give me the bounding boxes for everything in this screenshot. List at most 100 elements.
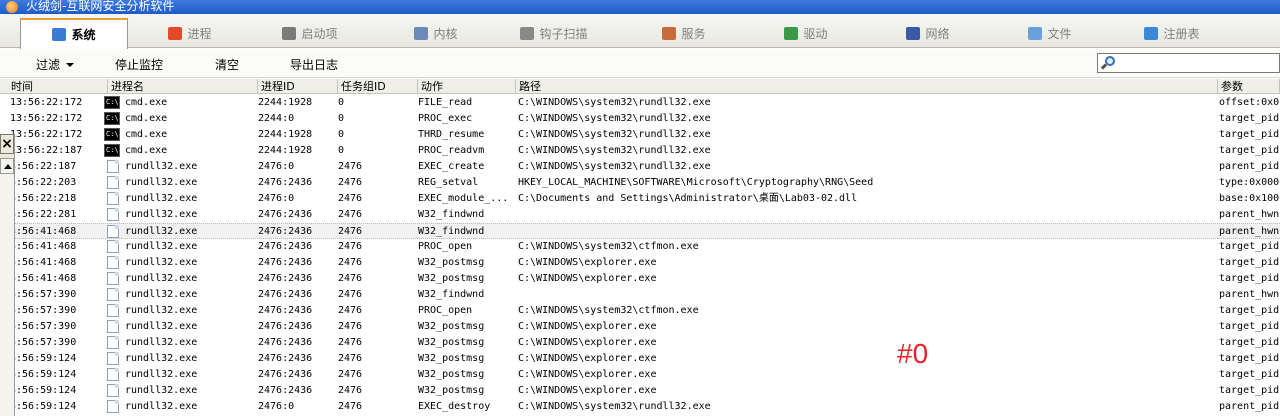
cell-action: PROC_open (418, 241, 473, 252)
column-header-1[interactable]: 进程名 (108, 79, 258, 94)
cell-param: target_pid (1219, 321, 1280, 332)
table-row[interactable]: 3:56:59:124 rundll32.exe 2476:2436 2476 W32_… (0, 383, 1280, 399)
clear-button[interactable]: 清空 (215, 56, 239, 73)
filter-label: 过滤 (36, 58, 61, 72)
tab-3[interactable]: 内核 (382, 19, 490, 48)
cell-pid: 2476:2436 (258, 305, 313, 316)
cell-action: THRD_resume (418, 129, 485, 140)
table-row[interactable]: 3:56:22:218 rundll32.exe 2476:0 2476 EXEC_mo… (0, 191, 1280, 207)
column-header-6[interactable]: 参数 (1218, 79, 1280, 94)
window-title: 火绒剑-互联网安全分析软件 (26, 0, 175, 13)
cell-proc: cmd.exe (125, 129, 168, 140)
tab-label: 钩子扫描 (539, 27, 588, 41)
cell-path: C:\WINDOWS\system32\rundll32.exe (518, 145, 711, 156)
table-row[interactable]: 3:56:57:390 rundll32.exe 2476:2436 2476 W32_… (0, 335, 1280, 351)
cell-time: 3:56:59:124 (10, 401, 77, 412)
column-header-2[interactable]: 进程ID (258, 79, 338, 94)
dll-file-icon (107, 192, 119, 205)
cell-tgid: 2476 (338, 369, 363, 380)
tab-label: 注册表 (1163, 27, 1200, 41)
tab-7[interactable]: 网络 (874, 19, 982, 48)
column-header-5[interactable]: 路径 (516, 79, 1218, 94)
column-header-0[interactable]: 时间 (8, 79, 108, 94)
dll-file-icon (107, 272, 119, 285)
cell-pid: 2476:2436 (258, 209, 313, 220)
table-row[interactable]: 3:56:22:203 rundll32.exe 2476:2436 2476 REG_… (0, 175, 1280, 191)
table-row[interactable]: 3:56:59:124 rundll32.exe 2476:2436 2476 W32_… (0, 367, 1280, 383)
tab-2[interactable]: 启动项 (256, 19, 364, 48)
cell-action: W32_postmsg (418, 273, 485, 284)
table-row[interactable]: 3:56:41:468 rundll32.exe 2476:2436 2476 PROC… (0, 239, 1280, 255)
column-header-3[interactable]: 任务组ID (338, 79, 418, 94)
cell-time: 3:56:22:203 (10, 177, 77, 188)
cell-path (518, 287, 1218, 303)
cell-param: target_pid (1219, 113, 1280, 124)
tab-5[interactable]: 服务 (630, 19, 738, 48)
table-row[interactable]: 3:56:57:390 rundll32.exe 2476:2436 2476 PROC… (0, 303, 1280, 319)
service-icon (662, 27, 677, 40)
cell-proc: rundll32.exe (125, 353, 198, 364)
cell-path: HKEY_LOCAL_MACHINE\SOFTWARE\Microsoft\Cr… (518, 177, 874, 188)
cell-tgid: 0 (338, 129, 345, 140)
cell-path: C:\WINDOWS\explorer.exe (518, 257, 657, 268)
cell-action: W32_postmsg (418, 385, 485, 396)
cell-pid: 2476:2436 (258, 385, 313, 396)
title-bar[interactable]: 火绒剑-互联网安全分析软件 (0, 0, 1280, 14)
table-row[interactable]: 3:56:22:187 rundll32.exe 2476:0 2476 EXEC_cr… (0, 159, 1280, 175)
close-button[interactable]: × (0, 134, 14, 154)
dll-file-icon (107, 304, 119, 317)
table-row[interactable]: 3:56:41:468 rundll32.exe 2476:2436 2476 W32_… (0, 255, 1280, 271)
table-row[interactable]: 3:56:41:468 rundll32.exe 2476:2436 2476 W32_… (0, 271, 1280, 287)
scrollbar-track[interactable] (0, 174, 14, 416)
tab-1[interactable]: 进程 (136, 19, 244, 48)
tab-label: 系统 (71, 28, 96, 42)
export-log-button[interactable]: 导出日志 (290, 56, 338, 73)
table-row[interactable]: 3:56:59:124 rundll32.exe 2476:0 2476 EXEC_de… (0, 399, 1280, 415)
tab-label: 文件 (1047, 27, 1072, 41)
table-row[interactable]: 3:56:59:124 rundll32.exe 2476:2436 2476 W32_… (0, 351, 1280, 367)
filter-button[interactable]: 过滤 (36, 56, 75, 73)
cell-path: C:\WINDOWS\system32\rundll32.exe (518, 161, 711, 172)
tab-9[interactable]: 注册表 (1118, 19, 1226, 48)
cell-action: EXEC_module_... (418, 193, 509, 204)
chevron-down-icon (66, 63, 75, 67)
file-icon (1028, 27, 1043, 40)
network-icon (906, 27, 921, 40)
cell-pid: 2476:2436 (258, 273, 313, 284)
cell-proc: cmd.exe (125, 97, 168, 108)
scroll-up-icon[interactable] (0, 158, 14, 174)
cell-tgid: 2476 (338, 273, 363, 284)
cell-path (518, 224, 1218, 240)
table-row[interactable]: C:\ 13:56:22:187 cmd.exe 2244:1928 0 PROC_rea… (0, 143, 1280, 159)
cell-action: EXEC_destroy (418, 401, 491, 412)
cell-param: target_pid (1219, 353, 1280, 364)
table-row[interactable]: 3:56:57:390 rundll32.exe 2476:2436 2476 W32_… (0, 319, 1280, 335)
tab-8[interactable]: 文件 (996, 19, 1104, 48)
table-row[interactable]: C:\ 13:56:22:172 cmd.exe 2244:1928 0 FILE_rea… (0, 95, 1280, 111)
cell-time: 3:56:59:124 (10, 385, 77, 396)
tab-6[interactable]: 驱动 (752, 19, 860, 48)
cell-tgid: 2476 (338, 289, 363, 300)
cell-tgid: 0 (338, 113, 345, 124)
cell-path: C:\WINDOWS\system32\rundll32.exe (518, 113, 711, 124)
cell-tgid: 2476 (338, 353, 363, 364)
cell-proc: cmd.exe (125, 113, 168, 124)
cell-pid: 2476:2436 (258, 369, 313, 380)
cell-param: offset:0x00 (1219, 97, 1280, 108)
table-row[interactable]: C:\ 13:56:22:172 cmd.exe 2244:1928 0 THRD_res… (0, 127, 1280, 143)
cell-tgid: 0 (338, 145, 345, 156)
tab-0[interactable]: 系统 (20, 18, 128, 49)
tab-4[interactable]: 钩子扫描 (500, 19, 608, 48)
table-row[interactable]: 3:56:41:468 rundll32.exe 2476:2436 2476 W32_… (0, 223, 1280, 239)
table-row[interactable]: C:\ 13:56:22:172 cmd.exe 2244:0 0 PROC_exec C:… (0, 111, 1280, 127)
search-input[interactable] (1097, 53, 1280, 73)
dll-file-icon (107, 336, 119, 349)
table-row[interactable]: 3:56:57:390 rundll32.exe 2476:2436 2476 W32_… (0, 287, 1280, 303)
cell-tgid: 2476 (338, 321, 363, 332)
column-header-4[interactable]: 动作 (418, 79, 516, 94)
stop-monitor-button[interactable]: 停止监控 (115, 56, 163, 73)
cmd-icon: C:\ (104, 96, 120, 109)
cell-param: parent_hwn (1219, 289, 1280, 300)
table-row[interactable]: 3:56:22:281 rundll32.exe 2476:2436 2476 W32_… (0, 207, 1280, 223)
dll-file-icon (107, 256, 119, 269)
